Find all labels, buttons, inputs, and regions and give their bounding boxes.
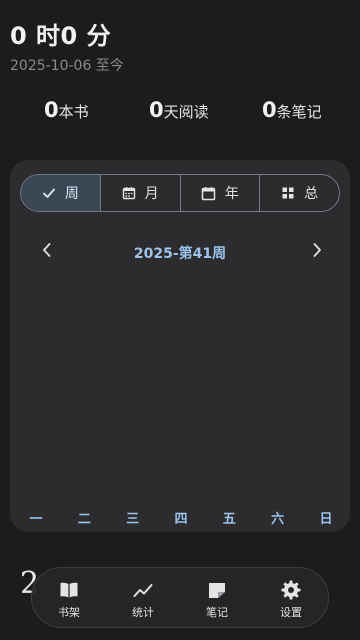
tab-week-label: 周: [64, 186, 79, 202]
nav-stats[interactable]: 统计: [106, 568, 180, 627]
stat-books: 0 本书: [44, 98, 89, 122]
stat-notes-label: 条笔记: [276, 103, 322, 121]
nav-stats-label: 统计: [132, 606, 154, 619]
weekday-label: 六: [271, 512, 285, 527]
tab-total[interactable]: 总: [260, 175, 339, 211]
since-date: 2025-10-06 至今: [10, 58, 124, 74]
nav-settings[interactable]: 设置: [254, 568, 328, 627]
bottom-navigation: 书架 统计 笔记 设置: [31, 567, 329, 628]
stats-row: 0 本书 0 天阅读 0 条笔记: [0, 98, 360, 128]
check-icon: [42, 186, 56, 200]
nav-notes-label: 笔记: [206, 606, 228, 619]
note-icon: [207, 580, 227, 600]
weekday-label: 三: [126, 512, 140, 527]
tab-year-label: 年: [224, 186, 239, 202]
weekday-label: 五: [222, 512, 236, 527]
tab-week[interactable]: 周: [21, 175, 101, 211]
period-navigator: 2025-第41周: [10, 240, 350, 264]
period-title: 2025-第41周: [133, 246, 227, 262]
range-segmented-control: 周 月 年 总: [20, 174, 340, 212]
next-period-button[interactable]: [305, 240, 329, 264]
weekday-label: 二: [77, 512, 91, 527]
stat-books-value: 0: [44, 98, 59, 122]
stat-days: 0 天阅读: [149, 98, 209, 122]
nav-bookshelf-label: 书架: [58, 606, 80, 619]
calendar-icon: [201, 186, 216, 201]
weekday-label: 一: [29, 512, 43, 527]
reading-time: 0 时0 分: [10, 22, 112, 50]
nav-settings-label: 设置: [280, 606, 302, 619]
tab-month-label: 月: [144, 186, 159, 202]
gear-icon: [281, 580, 301, 600]
stat-notes-value: 0: [262, 98, 277, 122]
stat-days-value: 0: [149, 98, 164, 122]
weekday-label: 日: [319, 512, 333, 527]
chevron-right-icon: [311, 242, 323, 262]
nav-bookshelf[interactable]: 书架: [32, 568, 106, 627]
book-icon: [59, 580, 79, 600]
calendar-month-icon: [122, 186, 136, 200]
trend-icon: [133, 580, 153, 600]
weekday-label: 四: [174, 512, 188, 527]
tab-year[interactable]: 年: [181, 175, 261, 211]
tab-month[interactable]: 月: [101, 175, 181, 211]
nav-notes[interactable]: 笔记: [180, 568, 254, 627]
grid-icon: [281, 186, 295, 200]
stat-days-label: 天阅读: [163, 103, 209, 121]
tab-total-label: 总: [304, 186, 319, 202]
stat-books-label: 本书: [58, 103, 89, 121]
weekday-axis: 一 二 三 四 五 六 日: [22, 508, 340, 527]
stats-card: 周 月 年 总 2025-第41周 一 二 三 四 五 六 日: [10, 160, 350, 532]
stat-notes: 0 条笔记: [262, 98, 322, 122]
